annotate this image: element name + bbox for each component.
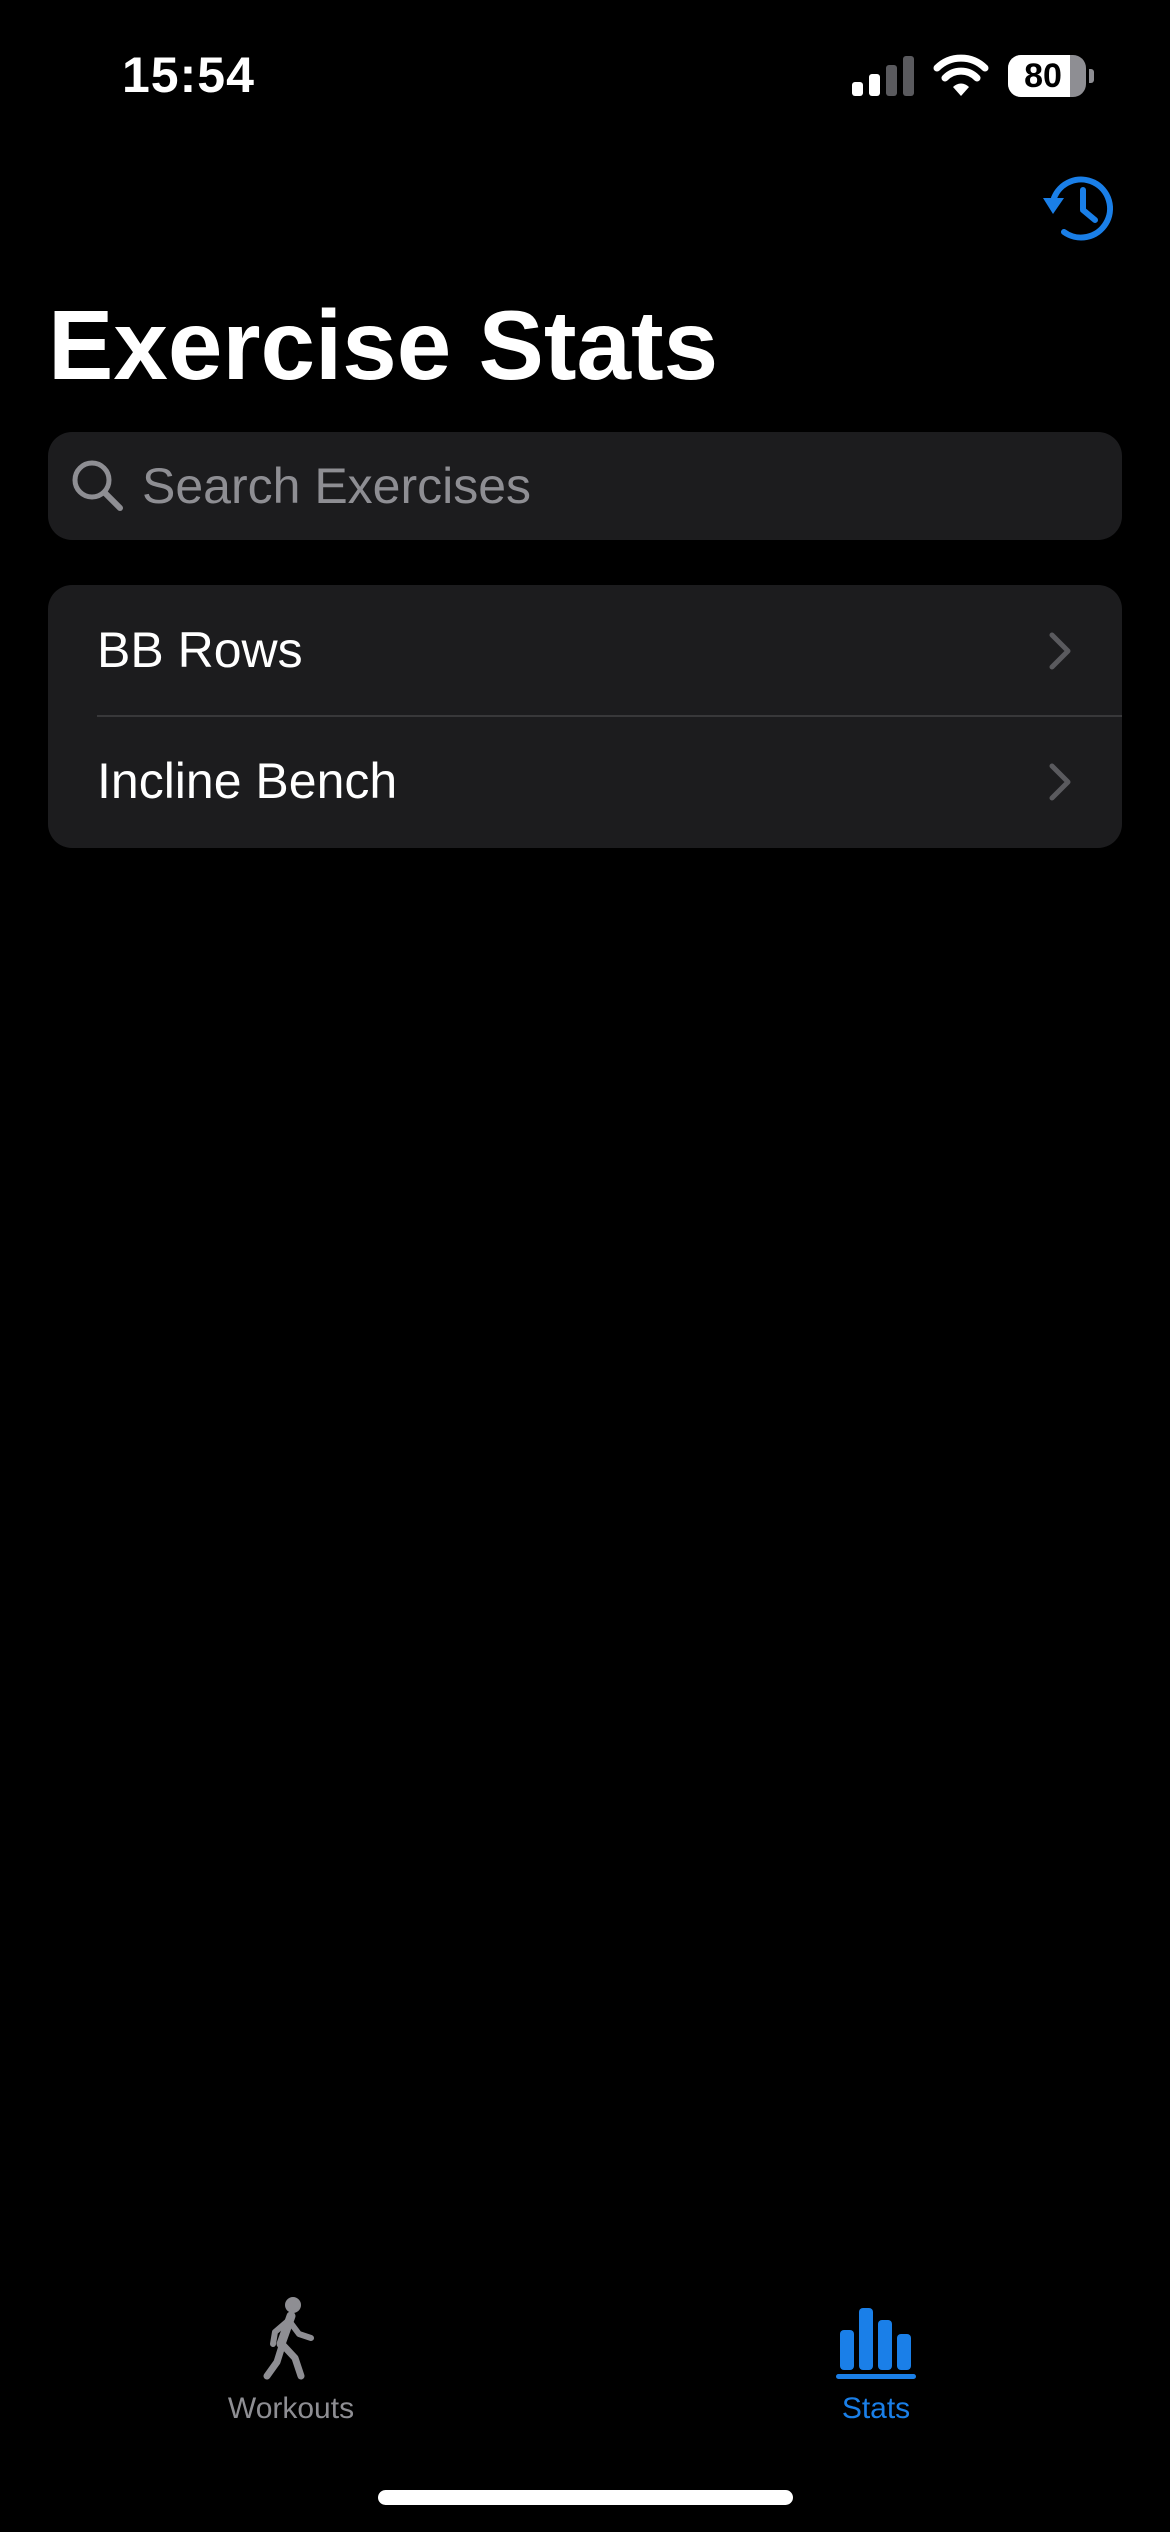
status-time: 15:54 [122,47,255,103]
bar-chart-icon [836,2308,916,2379]
chevron-right-icon [1049,763,1071,801]
clock-arrow-circlepath-icon [1043,176,1113,241]
cellular-signal-icon [852,56,914,96]
list-item-bb-rows[interactable]: BB Rows [48,585,1122,717]
wifi-icon [933,54,989,96]
search-icon [72,460,123,511]
exercise-list: BB Rows Incline Bench [48,585,1122,848]
battery-percentage: 80 [1024,57,1062,95]
chevron-right-icon [1049,632,1071,670]
search-input[interactable] [142,432,1102,540]
search-bar[interactable] [48,432,1122,540]
tab-stats[interactable]: Stats [726,2270,1026,2440]
list-item-label: Incline Bench [97,753,398,809]
battery-icon: 80 [1008,55,1094,97]
home-indicator [378,2490,793,2505]
list-item-incline-bench[interactable]: Incline Bench [48,716,1122,847]
figure-walk-icon [263,2297,314,2380]
status-bar: 15:54 80 [0,0,1170,150]
tab-label: Stats [841,2392,911,2425]
list-item-label: BB Rows [97,622,303,678]
page-title: Exercise Stats [48,290,719,400]
tab-label: Workouts [227,2392,355,2425]
history-button[interactable] [1040,168,1118,246]
tab-workouts[interactable]: Workouts [141,2270,441,2440]
